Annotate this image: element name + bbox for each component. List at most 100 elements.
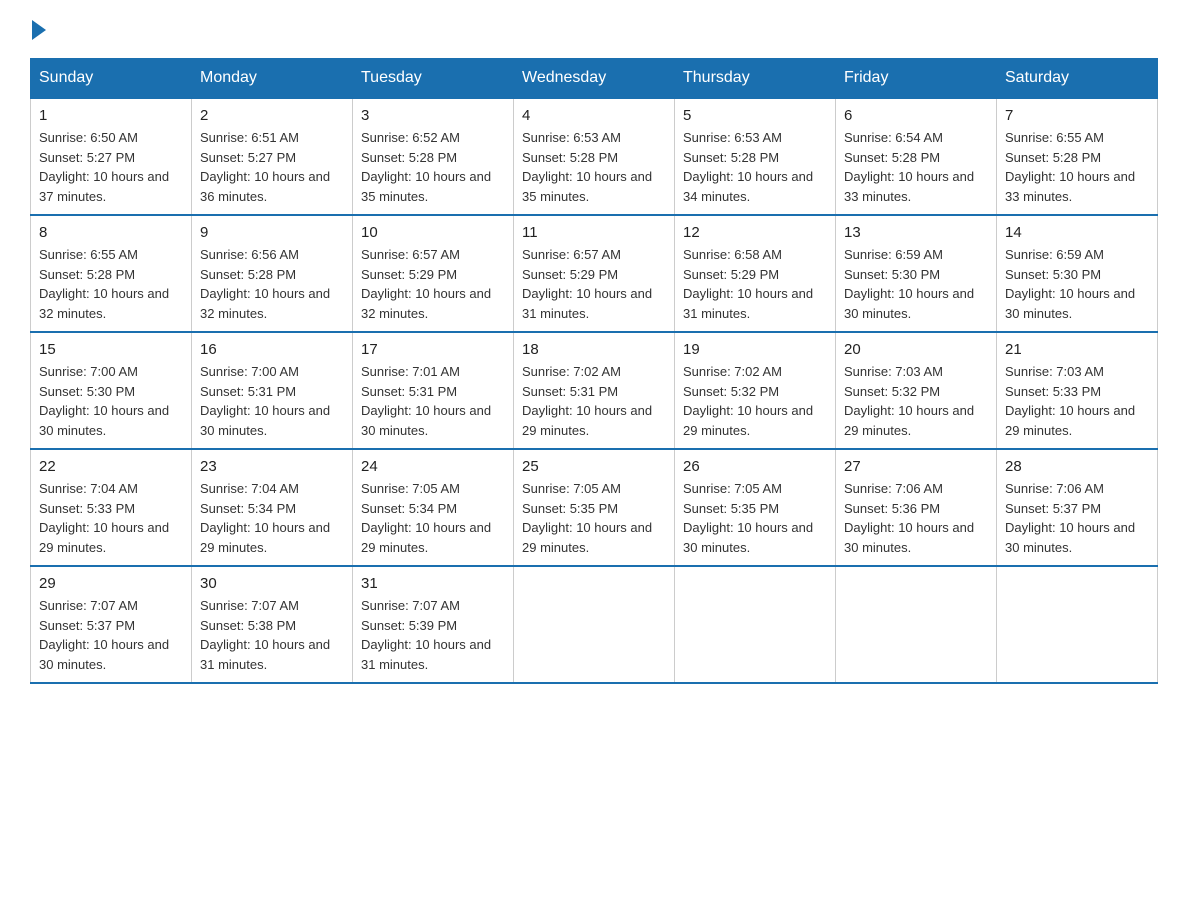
day-info: Sunrise: 7:07 AMSunset: 5:39 PMDaylight:…: [361, 598, 491, 672]
day-number: 14: [1005, 224, 1149, 241]
day-number: 16: [200, 341, 344, 358]
day-info: Sunrise: 6:51 AMSunset: 5:27 PMDaylight:…: [200, 130, 330, 204]
calendar-header-wednesday: Wednesday: [514, 59, 675, 99]
day-info: Sunrise: 7:07 AMSunset: 5:37 PMDaylight:…: [39, 598, 169, 672]
logo: [30, 28, 46, 40]
logo-arrow-icon: [32, 20, 46, 40]
day-info: Sunrise: 6:50 AMSunset: 5:27 PMDaylight:…: [39, 130, 169, 204]
calendar-cell: [514, 566, 675, 683]
day-info: Sunrise: 7:05 AMSunset: 5:35 PMDaylight:…: [683, 481, 813, 555]
day-number: 28: [1005, 458, 1149, 475]
calendar-cell: 28 Sunrise: 7:06 AMSunset: 5:37 PMDaylig…: [997, 449, 1158, 566]
calendar-cell: 22 Sunrise: 7:04 AMSunset: 5:33 PMDaylig…: [31, 449, 192, 566]
day-number: 29: [39, 575, 183, 592]
calendar-cell: 9 Sunrise: 6:56 AMSunset: 5:28 PMDayligh…: [192, 215, 353, 332]
calendar-header-tuesday: Tuesday: [353, 59, 514, 99]
day-info: Sunrise: 7:00 AMSunset: 5:30 PMDaylight:…: [39, 364, 169, 438]
day-info: Sunrise: 6:53 AMSunset: 5:28 PMDaylight:…: [683, 130, 813, 204]
calendar-cell: 29 Sunrise: 7:07 AMSunset: 5:37 PMDaylig…: [31, 566, 192, 683]
day-number: 9: [200, 224, 344, 241]
calendar-cell: 24 Sunrise: 7:05 AMSunset: 5:34 PMDaylig…: [353, 449, 514, 566]
day-number: 8: [39, 224, 183, 241]
day-info: Sunrise: 7:05 AMSunset: 5:35 PMDaylight:…: [522, 481, 652, 555]
calendar-cell: 26 Sunrise: 7:05 AMSunset: 5:35 PMDaylig…: [675, 449, 836, 566]
calendar-cell: 2 Sunrise: 6:51 AMSunset: 5:27 PMDayligh…: [192, 98, 353, 215]
calendar-cell: 8 Sunrise: 6:55 AMSunset: 5:28 PMDayligh…: [31, 215, 192, 332]
day-info: Sunrise: 7:02 AMSunset: 5:32 PMDaylight:…: [683, 364, 813, 438]
calendar-cell: 12 Sunrise: 6:58 AMSunset: 5:29 PMDaylig…: [675, 215, 836, 332]
day-info: Sunrise: 6:57 AMSunset: 5:29 PMDaylight:…: [361, 247, 491, 321]
day-info: Sunrise: 6:58 AMSunset: 5:29 PMDaylight:…: [683, 247, 813, 321]
day-number: 30: [200, 575, 344, 592]
day-info: Sunrise: 6:56 AMSunset: 5:28 PMDaylight:…: [200, 247, 330, 321]
day-info: Sunrise: 6:59 AMSunset: 5:30 PMDaylight:…: [844, 247, 974, 321]
calendar-cell: 7 Sunrise: 6:55 AMSunset: 5:28 PMDayligh…: [997, 98, 1158, 215]
calendar-cell: 1 Sunrise: 6:50 AMSunset: 5:27 PMDayligh…: [31, 98, 192, 215]
calendar-header-thursday: Thursday: [675, 59, 836, 99]
calendar-header-monday: Monday: [192, 59, 353, 99]
day-info: Sunrise: 7:06 AMSunset: 5:36 PMDaylight:…: [844, 481, 974, 555]
calendar-header-friday: Friday: [836, 59, 997, 99]
calendar-cell: 23 Sunrise: 7:04 AMSunset: 5:34 PMDaylig…: [192, 449, 353, 566]
calendar-header-sunday: Sunday: [31, 59, 192, 99]
day-info: Sunrise: 7:03 AMSunset: 5:33 PMDaylight:…: [1005, 364, 1135, 438]
calendar-cell: 16 Sunrise: 7:00 AMSunset: 5:31 PMDaylig…: [192, 332, 353, 449]
calendar-cell: 10 Sunrise: 6:57 AMSunset: 5:29 PMDaylig…: [353, 215, 514, 332]
calendar-header-row: SundayMondayTuesdayWednesdayThursdayFrid…: [31, 59, 1158, 99]
day-number: 23: [200, 458, 344, 475]
calendar-cell: 19 Sunrise: 7:02 AMSunset: 5:32 PMDaylig…: [675, 332, 836, 449]
calendar-cell: 20 Sunrise: 7:03 AMSunset: 5:32 PMDaylig…: [836, 332, 997, 449]
calendar-cell: 15 Sunrise: 7:00 AMSunset: 5:30 PMDaylig…: [31, 332, 192, 449]
day-number: 12: [683, 224, 827, 241]
calendar-cell: 13 Sunrise: 6:59 AMSunset: 5:30 PMDaylig…: [836, 215, 997, 332]
day-number: 22: [39, 458, 183, 475]
day-number: 4: [522, 107, 666, 124]
day-info: Sunrise: 6:55 AMSunset: 5:28 PMDaylight:…: [1005, 130, 1135, 204]
day-number: 21: [1005, 341, 1149, 358]
calendar-cell: 31 Sunrise: 7:07 AMSunset: 5:39 PMDaylig…: [353, 566, 514, 683]
day-number: 18: [522, 341, 666, 358]
day-info: Sunrise: 6:52 AMSunset: 5:28 PMDaylight:…: [361, 130, 491, 204]
day-number: 27: [844, 458, 988, 475]
day-info: Sunrise: 7:01 AMSunset: 5:31 PMDaylight:…: [361, 364, 491, 438]
day-number: 5: [683, 107, 827, 124]
day-info: Sunrise: 7:05 AMSunset: 5:34 PMDaylight:…: [361, 481, 491, 555]
day-number: 1: [39, 107, 183, 124]
calendar-week-row: 29 Sunrise: 7:07 AMSunset: 5:37 PMDaylig…: [31, 566, 1158, 683]
day-info: Sunrise: 7:06 AMSunset: 5:37 PMDaylight:…: [1005, 481, 1135, 555]
day-info: Sunrise: 7:04 AMSunset: 5:33 PMDaylight:…: [39, 481, 169, 555]
calendar-cell: 27 Sunrise: 7:06 AMSunset: 5:36 PMDaylig…: [836, 449, 997, 566]
day-number: 24: [361, 458, 505, 475]
day-number: 26: [683, 458, 827, 475]
day-number: 11: [522, 224, 666, 241]
calendar-cell: 3 Sunrise: 6:52 AMSunset: 5:28 PMDayligh…: [353, 98, 514, 215]
calendar-cell: 25 Sunrise: 7:05 AMSunset: 5:35 PMDaylig…: [514, 449, 675, 566]
day-info: Sunrise: 7:07 AMSunset: 5:38 PMDaylight:…: [200, 598, 330, 672]
day-number: 10: [361, 224, 505, 241]
calendar-week-row: 8 Sunrise: 6:55 AMSunset: 5:28 PMDayligh…: [31, 215, 1158, 332]
day-number: 19: [683, 341, 827, 358]
calendar-cell: 4 Sunrise: 6:53 AMSunset: 5:28 PMDayligh…: [514, 98, 675, 215]
calendar-cell: 6 Sunrise: 6:54 AMSunset: 5:28 PMDayligh…: [836, 98, 997, 215]
day-info: Sunrise: 6:54 AMSunset: 5:28 PMDaylight:…: [844, 130, 974, 204]
calendar-header-saturday: Saturday: [997, 59, 1158, 99]
calendar-cell: 5 Sunrise: 6:53 AMSunset: 5:28 PMDayligh…: [675, 98, 836, 215]
day-number: 20: [844, 341, 988, 358]
day-info: Sunrise: 7:02 AMSunset: 5:31 PMDaylight:…: [522, 364, 652, 438]
page-header: [30, 20, 1158, 40]
day-info: Sunrise: 6:55 AMSunset: 5:28 PMDaylight:…: [39, 247, 169, 321]
day-number: 15: [39, 341, 183, 358]
calendar-week-row: 22 Sunrise: 7:04 AMSunset: 5:33 PMDaylig…: [31, 449, 1158, 566]
calendar-cell: 11 Sunrise: 6:57 AMSunset: 5:29 PMDaylig…: [514, 215, 675, 332]
calendar-cell: [997, 566, 1158, 683]
calendar-week-row: 1 Sunrise: 6:50 AMSunset: 5:27 PMDayligh…: [31, 98, 1158, 215]
day-number: 3: [361, 107, 505, 124]
calendar-cell: [836, 566, 997, 683]
day-info: Sunrise: 6:59 AMSunset: 5:30 PMDaylight:…: [1005, 247, 1135, 321]
day-info: Sunrise: 7:03 AMSunset: 5:32 PMDaylight:…: [844, 364, 974, 438]
day-number: 17: [361, 341, 505, 358]
day-number: 31: [361, 575, 505, 592]
calendar-table: SundayMondayTuesdayWednesdayThursdayFrid…: [30, 58, 1158, 684]
day-number: 13: [844, 224, 988, 241]
day-number: 2: [200, 107, 344, 124]
